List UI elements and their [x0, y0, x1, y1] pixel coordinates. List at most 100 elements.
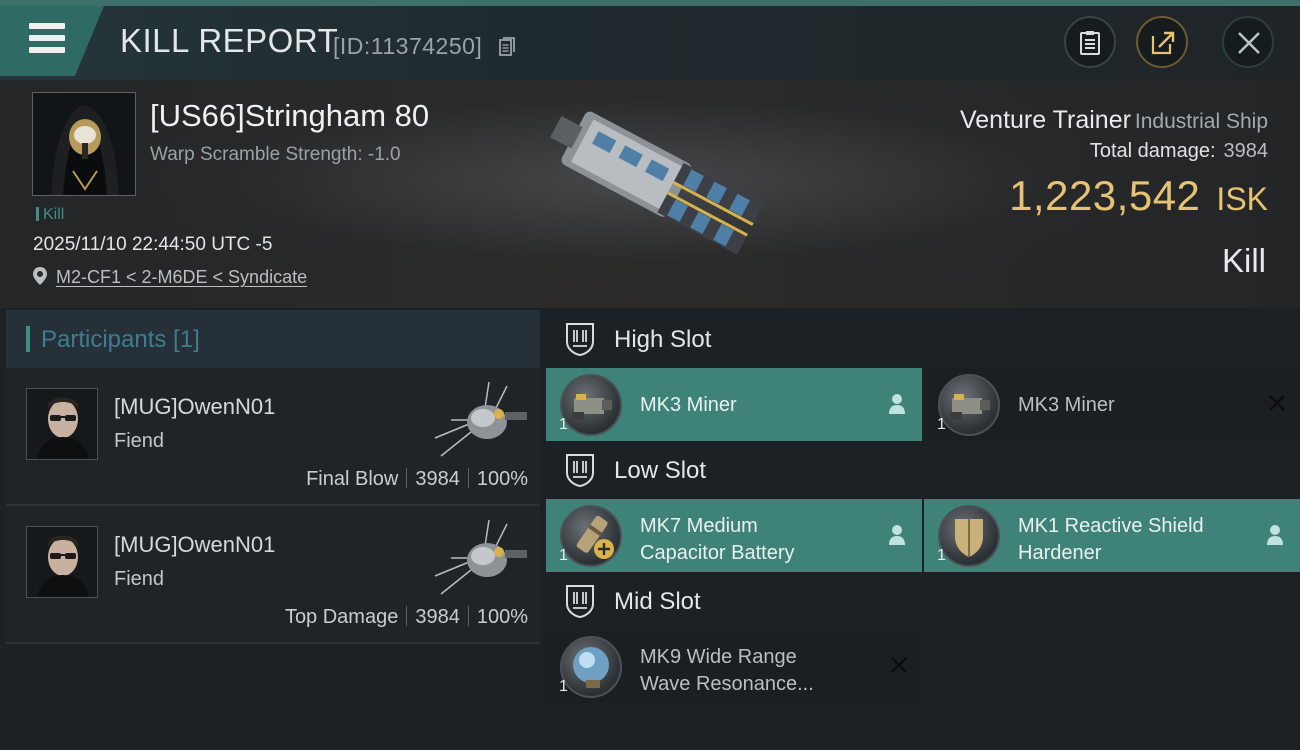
- report-type: Kill: [1221, 242, 1266, 279]
- module-quantity: 1: [937, 547, 946, 564]
- participant-role: Final Blow: [306, 468, 399, 490]
- participant-row[interactable]: [MUG]OwenN01 Fiend Final Blow 3984 100%: [6, 368, 540, 506]
- module-slot[interactable]: 1 MK9 Wide Range Wave Resonance...: [546, 630, 922, 703]
- high-slot-header: High Slot: [546, 310, 1300, 368]
- slot-shield-icon: [566, 585, 594, 618]
- ship-render-image: [550, 111, 764, 255]
- participants-title: Participants [1]: [41, 326, 200, 353]
- module-name-line: Hardener: [1018, 542, 1102, 564]
- module-slot[interactable]: 1 MK3 Miner: [546, 368, 922, 441]
- kill-location-link[interactable]: M2-CF1 < 2-M6DE < Syndicate: [56, 267, 307, 288]
- participant-ship: Fiend: [114, 430, 165, 452]
- divider: [406, 468, 408, 488]
- capacitor-battery-icon: [560, 505, 622, 567]
- participant-stats: Top Damage 3984 100%: [285, 606, 528, 629]
- report-id: [ID:11374250]: [333, 33, 483, 59]
- ship-class: Industrial Ship: [1134, 110, 1268, 133]
- kill-timestamp: 2025/11/10 22:44:50 UTC -5: [33, 234, 273, 255]
- module-name: MK9 Wide Range Wave Resonance...: [640, 644, 880, 698]
- share-button[interactable]: [1136, 16, 1188, 68]
- slot-shield-icon: [566, 454, 594, 487]
- participant-avatar[interactable]: [26, 388, 98, 460]
- module-quantity: 1: [559, 416, 568, 433]
- menu-bar: [29, 47, 65, 53]
- wave-resonance-icon: [560, 636, 622, 698]
- isk-unit: ISK: [1216, 181, 1268, 217]
- module-quantity: 1: [559, 678, 568, 695]
- participants-panel: Participants [1] [MUG]OwenN01 Fiend Fina…: [6, 310, 540, 750]
- divider: [406, 606, 408, 626]
- close-icon: [1238, 32, 1260, 54]
- participant-ship: Fiend: [114, 568, 165, 590]
- notes-button[interactable]: [1064, 16, 1116, 68]
- shield-hardener-icon: [938, 505, 1000, 567]
- low-slot-title: Low Slot: [614, 457, 707, 484]
- module-name: MK1 Reactive Shield Hardener: [1018, 513, 1258, 567]
- module-name-line: Wave Resonance...: [640, 673, 814, 695]
- pilot-portrait: [27, 389, 97, 459]
- page-title: KILL REPORT: [120, 22, 339, 59]
- isk-value: 1,223,542 ISK: [1009, 172, 1268, 220]
- participant-name[interactable]: [MUG]OwenN01: [114, 394, 275, 420]
- close-button[interactable]: [1222, 16, 1274, 68]
- isk-amount: 1,223,542: [1009, 172, 1201, 219]
- slot-shield-icon: [566, 323, 594, 356]
- module-name: MK3 Miner: [640, 394, 737, 416]
- participant-stats: Final Blow 3984 100%: [306, 468, 528, 491]
- participant-damage: 3984: [415, 606, 460, 628]
- victim-avatar[interactable]: [32, 92, 136, 196]
- total-damage-label: Total damage:: [1089, 140, 1216, 162]
- module-name-line: MK7 Medium: [640, 515, 758, 537]
- module-quantity: 1: [559, 547, 568, 564]
- victim-banner: [US66]Stringham 80 Warp Scramble Strengt…: [0, 80, 1300, 308]
- module-name: MK3 Miner: [1018, 394, 1115, 416]
- header-accent: [26, 326, 30, 352]
- share-icon: [1151, 31, 1175, 55]
- fitting-slots: High Slot 1 MK3 Miner 1 MK3 Miner Low Sl…: [546, 310, 1300, 750]
- participant-role: Top Damage: [284, 606, 399, 628]
- participant-damage: 3984: [415, 468, 460, 490]
- module-slot[interactable]: 1 MK1 Reactive Shield Hardener: [924, 499, 1300, 572]
- divider: [467, 468, 469, 488]
- ship-info: Venture Trainer Industrial Ship: [960, 106, 1268, 135]
- module-quantity: 1: [937, 416, 946, 433]
- hooded-pilot-portrait: [33, 93, 135, 195]
- module-name-line: MK1 Reactive Shield: [1018, 515, 1204, 537]
- miner-module-icon: [938, 374, 1000, 436]
- fiend-ship-icon: [434, 381, 527, 457]
- miner-module-icon: [560, 374, 622, 436]
- hamburger-menu-icon[interactable]: [0, 6, 104, 76]
- module-slot[interactable]: 1 MK7 Medium Capacitor Battery: [546, 499, 922, 572]
- warp-scramble-strength: Warp Scramble Strength: -1.0: [150, 144, 401, 165]
- kill-tag: Kill: [36, 206, 64, 224]
- location-pin-icon: [33, 267, 47, 285]
- victim-name[interactable]: [US66]Stringham 80: [150, 98, 429, 134]
- header-bar: KILL REPORT [ID:11374250]: [0, 6, 1300, 80]
- participant-percent: 100%: [476, 468, 528, 490]
- pilot-portrait: [27, 527, 97, 597]
- divider: [467, 606, 469, 626]
- fiend-ship-icon: [434, 519, 527, 595]
- clipboard-icon: [1080, 31, 1100, 55]
- module-name-line: MK9 Wide Range: [640, 646, 797, 668]
- participants-header: Participants [1]: [6, 310, 540, 368]
- participant-percent: 100%: [476, 606, 528, 628]
- menu-bar: [29, 23, 65, 29]
- person-icon: [889, 394, 905, 414]
- ship-name[interactable]: Venture Trainer: [960, 106, 1131, 134]
- mid-slot-title: Mid Slot: [614, 588, 701, 615]
- participant-name[interactable]: [MUG]OwenN01: [114, 532, 275, 558]
- participant-row[interactable]: [MUG]OwenN01 Fiend Top Damage 3984 100%: [6, 506, 540, 644]
- total-damage: Total damage: 3984: [1090, 140, 1268, 163]
- mid-slot-header: Mid Slot: [546, 572, 1300, 630]
- module-name-line: Capacitor Battery: [640, 542, 795, 564]
- module-slot[interactable]: 1 MK3 Miner: [924, 368, 1300, 441]
- destroyed-x-icon: [891, 657, 907, 673]
- person-icon: [1267, 525, 1283, 545]
- high-slot-title: High Slot: [614, 326, 712, 353]
- copy-icon[interactable]: [499, 37, 515, 56]
- low-slot-header: Low Slot: [546, 441, 1300, 499]
- person-icon: [889, 525, 905, 545]
- module-name: MK7 Medium Capacitor Battery: [640, 513, 880, 567]
- participant-avatar[interactable]: [26, 526, 98, 598]
